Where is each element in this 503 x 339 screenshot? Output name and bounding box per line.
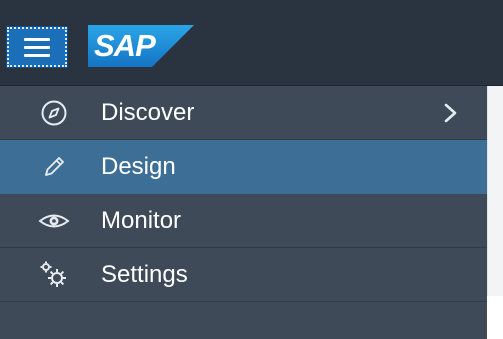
hamburger-icon-bar [24, 45, 50, 49]
nav-item-design[interactable]: Design [0, 140, 487, 194]
side-navigation: Discover Design Monitor Settings [0, 86, 487, 339]
nav-label-monitor: Monitor [101, 206, 182, 234]
nav-label-design: Design [101, 153, 176, 180]
hamburger-icon [24, 37, 50, 41]
logo-text: SAP [94, 28, 156, 63]
gears-icon [34, 260, 74, 290]
nav-item-monitor[interactable]: Monitor [0, 194, 487, 248]
nav-label-settings: Settings [101, 260, 188, 288]
content-area [487, 86, 503, 296]
menu-toggle-button[interactable] [6, 26, 68, 68]
shell-header: SAP [0, 0, 503, 86]
pencil-icon [34, 152, 74, 182]
nav-label-discover: Discover [101, 98, 195, 126]
compass-icon [34, 98, 74, 128]
nav-item-discover[interactable]: Discover [0, 86, 487, 140]
chevron-right-icon [444, 103, 457, 122]
sap-logo[interactable]: SAP [88, 25, 194, 67]
nav-item-settings[interactable]: Settings [0, 248, 487, 302]
app-shell: SAP Discover Design Monitor Settings [0, 0, 503, 339]
eye-icon [34, 206, 74, 236]
hamburger-icon-bar [24, 53, 50, 57]
